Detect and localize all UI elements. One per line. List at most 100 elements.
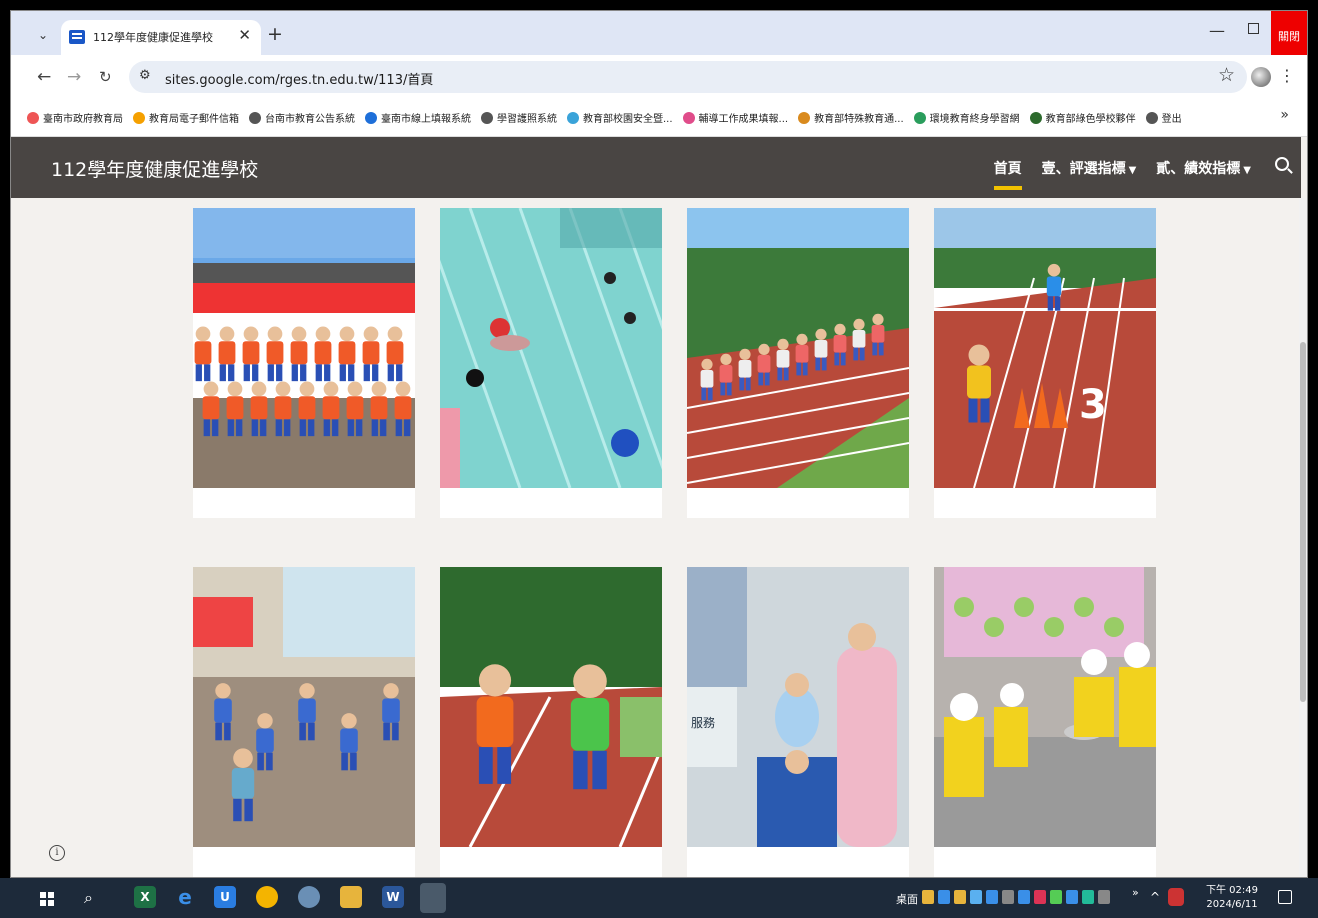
- scrollbar-thumb[interactable]: [1300, 342, 1306, 702]
- stretching-class-photo[interactable]: [193, 567, 415, 847]
- site-page: 112學年度健康促進學校 首頁 壹、評選指標 ▼ 貳、績效指標 ▼ 3 服務 i: [11, 137, 1307, 877]
- search-icon[interactable]: [1275, 157, 1289, 171]
- notification-icon[interactable]: [1278, 890, 1292, 904]
- paint-icon[interactable]: [298, 886, 320, 908]
- chrome-icon[interactable]: [256, 886, 278, 908]
- card-caption-area: [934, 847, 1156, 877]
- nav-item-0[interactable]: 首頁: [993, 158, 1022, 190]
- bookmarks-bar: 臺南市政府教育局 教育局電子郵件信箱 台南市教育公告系統 臺南市線上填報系統 學習護照系…: [11, 99, 1307, 137]
- back-arrow-icon[interactable]: ←: [37, 67, 51, 87]
- gallery-card[interactable]: [934, 567, 1156, 877]
- taskbar-clock[interactable]: 下午 02:49 2024/6/11: [1206, 884, 1258, 912]
- tab-search-chevron-icon[interactable]: ⌄: [31, 23, 55, 47]
- site-title[interactable]: 112學年度健康促進學校: [51, 155, 258, 182]
- bookmark-item[interactable]: 臺南市線上填報系統: [365, 110, 471, 125]
- hidden-icons-up-icon[interactable]: ^: [1150, 890, 1160, 904]
- bookmark-item[interactable]: 環境教育終身學習網: [913, 110, 1020, 125]
- nav-item-1[interactable]: 壹、評選指標 ▼: [1042, 158, 1137, 178]
- excel-icon[interactable]: X: [134, 886, 156, 908]
- bookmark-item[interactable]: 輔導工作成果填報...: [682, 110, 788, 125]
- bookmark-favicon-icon: [249, 111, 261, 124]
- card-caption-area: [193, 488, 415, 518]
- tab-close-icon[interactable]: ✕: [238, 26, 251, 44]
- google-sites-favicon-icon: [69, 30, 85, 44]
- active-chrome-icon[interactable]: [420, 883, 446, 913]
- url-text[interactable]: sites.google.com/rges.tn.edu.tw/113/首頁: [165, 69, 433, 88]
- bookmark-favicon-icon: [27, 111, 39, 124]
- restore-icon[interactable]: [1248, 23, 1259, 34]
- windows-start-icon[interactable]: [40, 892, 54, 906]
- baseball-team-photo[interactable]: [193, 208, 415, 488]
- word-icon[interactable]: W: [382, 886, 404, 908]
- edge-legacy-icon[interactable]: e: [174, 886, 196, 908]
- gallery-card[interactable]: [440, 567, 662, 877]
- card-caption-area: [193, 847, 415, 877]
- new-tab-plus-icon[interactable]: +: [267, 23, 283, 45]
- bookmark-label: 教育部綠色學校夥伴: [1045, 114, 1136, 125]
- bookmark-label: 學習護照系統: [497, 114, 557, 125]
- bookmark-item[interactable]: 登出: [1145, 110, 1182, 125]
- close-window-button[interactable]: 關閉: [1271, 11, 1307, 55]
- track-relay-cones-photo[interactable]: 3: [934, 208, 1156, 488]
- card-caption-area: [934, 488, 1156, 518]
- taskbar-search-icon[interactable]: ⌕: [84, 888, 93, 908]
- bookmark-favicon-icon: [133, 111, 145, 124]
- bookmark-item[interactable]: 臺南市政府教育局: [27, 110, 123, 125]
- forward-arrow-icon[interactable]: →: [67, 67, 81, 87]
- gallery-card[interactable]: [687, 208, 909, 518]
- more-bookmarks-icon[interactable]: »: [1280, 107, 1289, 123]
- scrollbar[interactable]: [1299, 198, 1307, 877]
- tray-status-icon[interactable]: [1168, 888, 1184, 906]
- bookmark-item[interactable]: 教育部綠色學校夥伴: [1029, 110, 1136, 125]
- show-more-chevron-icon[interactable]: »: [1132, 886, 1139, 899]
- bookmark-label: 登出: [1161, 114, 1182, 125]
- desktop-toolbar-label[interactable]: 桌面: [896, 891, 918, 907]
- bookmark-favicon-icon: [567, 111, 579, 124]
- gallery-card[interactable]: [440, 208, 662, 518]
- nav-item-label: 壹、評選指標: [1041, 161, 1126, 177]
- minimize-icon[interactable]: —: [1209, 21, 1225, 40]
- clock-date: 2024/6/11: [1206, 899, 1258, 910]
- bookmark-label: 台南市教育公告系統: [265, 114, 355, 125]
- address-bar[interactable]: ⚙ sites.google.com/rges.tn.edu.tw/113/首頁: [129, 61, 1247, 93]
- gallery-card[interactable]: [193, 567, 415, 877]
- bookmark-item[interactable]: 教育部校園安全暨...: [567, 110, 673, 125]
- swimming-pool-photo[interactable]: [440, 208, 662, 488]
- bookmark-label: 環境教育終身學習網: [929, 114, 1020, 125]
- card-caption-area: [687, 488, 909, 518]
- relay-race-photo[interactable]: [440, 567, 662, 847]
- windows-taskbar: ⌕ X e U W 桌面 » ^ 下午 02:49 2024/6/11: [0, 878, 1318, 918]
- bookmark-item[interactable]: 教育部特殊教育通...: [798, 110, 904, 125]
- reload-icon[interactable]: ↻: [99, 68, 112, 86]
- gallery-card[interactable]: 3: [934, 208, 1156, 518]
- tab-strip: ⌄ 112學年度健康促進學校 ✕ + — 關閉: [11, 11, 1307, 55]
- card-caption-area: [440, 847, 662, 877]
- svg-text:3: 3: [1079, 382, 1107, 428]
- bookmark-item[interactable]: 學習護照系統: [481, 110, 557, 125]
- info-icon[interactable]: i: [49, 845, 65, 861]
- profile-avatar-icon[interactable]: [1251, 67, 1271, 87]
- kebab-menu-icon[interactable]: ⋮: [1279, 66, 1295, 85]
- site-header: 112學年度健康促進學校 首頁 壹、評選指標 ▼ 貳、績效指標 ▼: [11, 137, 1301, 198]
- bookmark-item[interactable]: 台南市教育公告系統: [249, 110, 355, 125]
- track-running-photo[interactable]: [687, 208, 909, 488]
- bookmark-favicon-icon: [365, 111, 377, 124]
- tray-app-icons: [922, 890, 1110, 904]
- bookmark-item[interactable]: 教育局電子郵件信箱: [133, 110, 239, 125]
- cooking-class-photo[interactable]: [934, 567, 1156, 847]
- svg-text:服務: 服務: [691, 716, 715, 730]
- gallery-card[interactable]: [193, 208, 415, 518]
- dental-checkup-photo[interactable]: 服務: [687, 567, 909, 847]
- card-caption-area: [440, 488, 662, 518]
- browser-tab[interactable]: 112學年度健康促進學校 ✕: [61, 20, 261, 55]
- gallery-card[interactable]: 服務: [687, 567, 909, 877]
- tab-title: 112學年度健康促進學校: [93, 31, 213, 44]
- nav-item-2[interactable]: 貳、績效指標 ▼: [1156, 158, 1251, 178]
- bookmark-star-icon[interactable]: ☆: [1218, 64, 1235, 86]
- chevron-down-icon: ▼: [1243, 165, 1251, 176]
- file-explorer-icon[interactable]: [340, 886, 362, 908]
- app-u-icon[interactable]: U: [214, 886, 236, 908]
- site-nav: 首頁 壹、評選指標 ▼ 貳、績效指標 ▼: [993, 158, 1251, 190]
- bookmark-label: 教育部特殊教育通...: [814, 114, 904, 125]
- site-settings-icon[interactable]: ⚙: [139, 68, 151, 83]
